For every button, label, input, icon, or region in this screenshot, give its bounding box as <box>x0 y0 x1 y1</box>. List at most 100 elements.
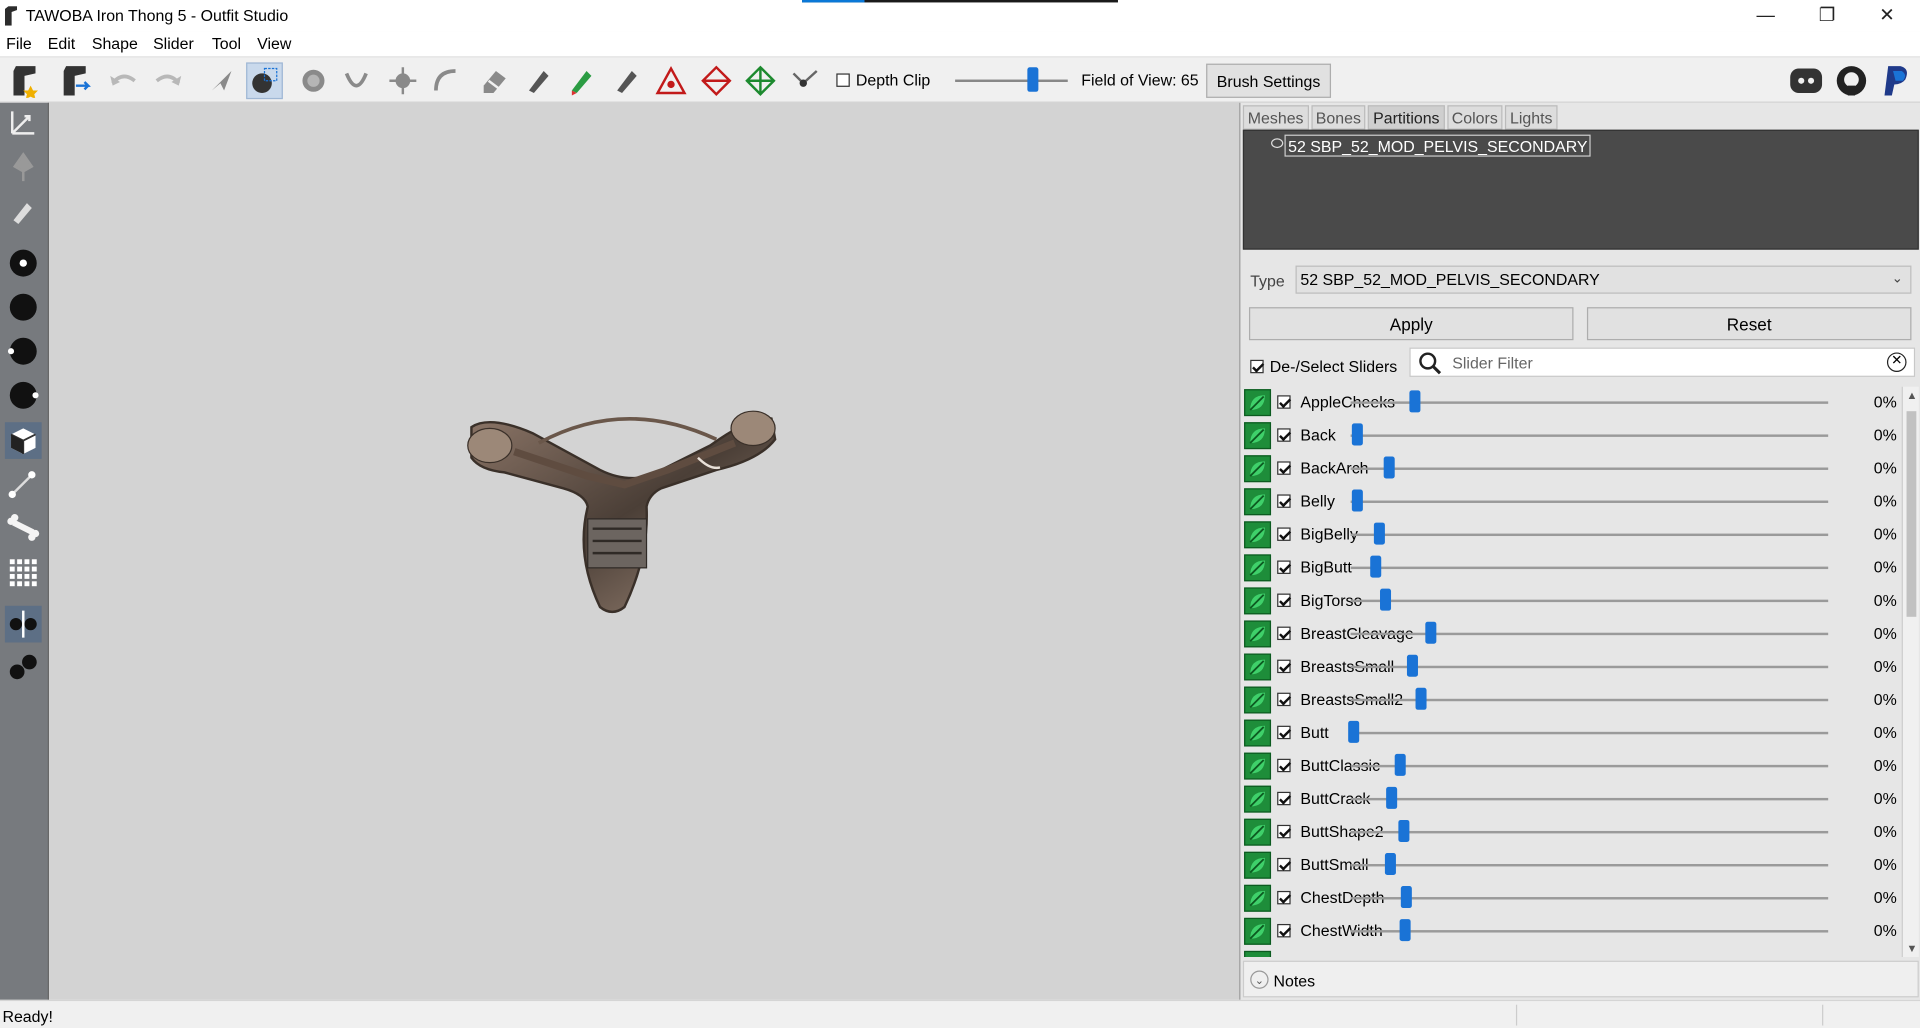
edit-slider-icon[interactable] <box>1244 389 1272 417</box>
slider-track[interactable] <box>1350 764 1829 768</box>
edit-slider-icon[interactable] <box>1244 554 1272 582</box>
slider-thumb[interactable] <box>1380 588 1392 611</box>
edit-slider-icon[interactable] <box>1244 917 1272 945</box>
slider-checkbox[interactable] <box>1277 923 1291 938</box>
depth-clip-toggle[interactable]: Depth Clip <box>836 71 930 89</box>
slider-checkbox[interactable] <box>1277 428 1291 442</box>
vertex-edit-icon[interactable] <box>5 193 42 230</box>
edit-slider-icon[interactable] <box>1244 719 1272 747</box>
slider-thumb[interactable] <box>1406 654 1418 677</box>
mask-brush-icon[interactable] <box>246 62 283 100</box>
split-edge-icon[interactable] <box>742 62 779 99</box>
scrollbar-thumb[interactable] <box>1906 411 1917 617</box>
toggle-lighting-icon[interactable] <box>5 333 42 370</box>
deselect-sliders-checkbox[interactable] <box>1250 359 1264 374</box>
tab-meshes[interactable]: Meshes <box>1242 105 1309 130</box>
slider-checkbox[interactable] <box>1277 461 1291 475</box>
edit-slider-icon[interactable] <box>1244 785 1272 813</box>
slider-checkbox[interactable] <box>1277 395 1291 409</box>
grid-icon[interactable] <box>5 554 42 591</box>
reset-button[interactable]: Reset <box>1586 307 1912 341</box>
edit-slider-icon[interactable] <box>1244 686 1272 714</box>
tab-lights[interactable]: Lights <box>1505 105 1558 130</box>
menu-slider[interactable]: Slider <box>153 34 194 52</box>
multi-select-icon[interactable] <box>5 649 42 686</box>
slider-thumb[interactable] <box>1394 753 1406 776</box>
eraser-icon[interactable] <box>475 62 512 99</box>
slider-checkbox[interactable] <box>1277 890 1291 905</box>
load-outfit-icon[interactable] <box>56 62 93 99</box>
slider-track[interactable] <box>1350 599 1829 603</box>
deselect-sliders-toggle[interactable]: De-/Select Sliders <box>1250 357 1397 376</box>
mirror-symmetry-icon[interactable] <box>4 605 42 643</box>
inflate-brush-icon[interactable] <box>295 62 332 99</box>
slider-track[interactable] <box>1350 930 1829 933</box>
slider-thumb[interactable] <box>1373 522 1385 545</box>
paypal-icon[interactable] <box>1877 62 1914 99</box>
slider-thumb[interactable] <box>1351 489 1363 512</box>
edit-slider-icon[interactable] <box>1244 620 1272 648</box>
slider-thumb[interactable] <box>1425 621 1437 644</box>
menu-tool[interactable]: Tool <box>212 34 241 52</box>
minimize-icon[interactable]: — <box>1738 0 1794 32</box>
transform-tool-icon[interactable] <box>5 104 42 141</box>
bone-pose-icon[interactable] <box>5 465 42 502</box>
slider-thumb[interactable] <box>1383 456 1395 479</box>
slider-checkbox[interactable] <box>1277 758 1291 773</box>
slider-list[interactable]: AppleCheeks 0% Back 0% BackArch 0% Belly 0% BigB… <box>1242 386 1902 958</box>
slider-track[interactable] <box>1350 467 1829 470</box>
slider-track[interactable] <box>1350 434 1829 437</box>
partition-visibility-icon[interactable] <box>1271 138 1284 149</box>
bone-icon[interactable] <box>5 509 42 546</box>
edit-slider-icon[interactable] <box>1244 521 1272 549</box>
slider-track[interactable] <box>1350 731 1829 735</box>
edit-slider-icon[interactable] <box>1244 884 1272 912</box>
slider-thumb[interactable] <box>1384 852 1396 876</box>
menu-shape[interactable]: Shape <box>92 34 138 52</box>
slider-track[interactable] <box>1350 897 1829 900</box>
menu-view[interactable]: View <box>257 34 291 52</box>
edit-slider-icon[interactable] <box>1244 455 1272 483</box>
show-mask-cube-icon[interactable] <box>4 422 42 459</box>
slider-checkbox[interactable] <box>1277 626 1291 641</box>
slider-checkbox[interactable] <box>1277 494 1291 508</box>
slider-thumb[interactable] <box>1370 555 1382 578</box>
flip-edge-icon[interactable] <box>698 62 735 99</box>
deflate-brush-icon[interactable] <box>338 62 375 99</box>
slider-thumb[interactable] <box>1348 720 1360 743</box>
edit-slider-icon[interactable] <box>1244 422 1272 450</box>
slider-thumb[interactable] <box>1351 423 1363 446</box>
smooth-brush-icon[interactable] <box>427 62 464 99</box>
slider-checkbox[interactable] <box>1277 659 1291 674</box>
pivot-tool-icon[interactable] <box>5 149 42 186</box>
partition-tree[interactable]: 52 SBP_52_MOD_PELVIS_SECONDARY <box>1242 129 1919 250</box>
restore-icon[interactable]: ❐ <box>1799 0 1855 32</box>
show-textures-icon[interactable] <box>5 377 42 414</box>
notes-section[interactable]: ⌄ Notes <box>1242 960 1919 998</box>
slider-checkbox[interactable] <box>1277 560 1291 574</box>
show-wireframe-icon[interactable] <box>5 289 42 326</box>
field-of-view-slider-track[interactable] <box>955 79 1068 82</box>
undo-icon[interactable] <box>105 62 142 99</box>
partition-item[interactable]: 52 SBP_52_MOD_PELVIS_SECONDARY <box>1284 134 1592 157</box>
tab-partitions[interactable]: Partitions <box>1368 105 1445 130</box>
alpha-pen-icon[interactable] <box>609 62 646 99</box>
edit-slider-icon[interactable] <box>1244 818 1272 846</box>
slider-checkbox[interactable] <box>1277 824 1291 839</box>
tab-colors[interactable]: Colors <box>1446 105 1503 130</box>
move-brush-icon[interactable] <box>384 62 421 99</box>
slider-checkbox[interactable] <box>1277 857 1291 872</box>
slider-track[interactable] <box>1350 632 1829 636</box>
depth-clip-checkbox[interactable] <box>836 73 850 87</box>
edit-slider-icon[interactable] <box>1244 653 1272 681</box>
partition-type-select[interactable]: 52 SBP_52_MOD_PELVIS_SECONDARY ⌄ <box>1295 265 1912 294</box>
edit-slider-icon[interactable] <box>1244 851 1272 879</box>
menu-edit[interactable]: Edit <box>48 34 75 52</box>
field-of-view-slider-thumb[interactable] <box>1027 67 1039 92</box>
menu-file[interactable]: File <box>6 34 32 52</box>
slider-checkbox[interactable] <box>1277 593 1291 608</box>
brush-settings-button[interactable]: Brush Settings <box>1206 63 1332 98</box>
slider-track[interactable] <box>1350 566 1829 570</box>
slider-checkbox[interactable] <box>1277 527 1291 541</box>
edit-slider-icon[interactable] <box>1244 950 1272 958</box>
